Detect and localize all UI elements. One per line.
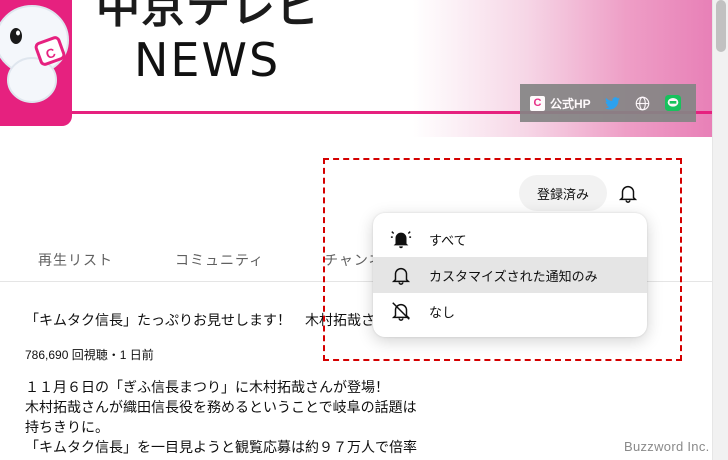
brand-name-jp: 中京テレビ	[96, 0, 321, 33]
scrollbar-thumb[interactable]	[716, 0, 726, 52]
description-line: 木村拓哉さんが織田信長役を務めるということで岐阜の話題は	[25, 399, 417, 415]
official-site-link[interactable]: 公式HP	[550, 95, 591, 112]
mascot-logo: C	[0, 5, 69, 103]
description-line: １１月６日の「ぎふ信長まつり」に木村拓哉さんが登場！	[25, 379, 389, 395]
tab-playlists[interactable]: 再生リスト	[38, 250, 113, 270]
line-icon[interactable]	[664, 95, 681, 111]
watermark: Buzzword Inc.	[624, 439, 710, 454]
globe-icon[interactable]	[635, 95, 651, 111]
video-meta: 786,690 回視聴・1 日前	[25, 348, 154, 362]
tab-community[interactable]: コミュニティ	[175, 250, 264, 270]
twitter-icon[interactable]	[605, 95, 621, 111]
brand-name-news: NEWS	[134, 33, 281, 87]
official-site-logo[interactable]: C	[530, 95, 545, 111]
description-line: 持ちきりに。	[25, 419, 109, 435]
banner-links-bar: C 公式HP	[520, 84, 696, 122]
annotation-highlight-box	[323, 158, 682, 361]
video-description: １１月６日の「ぎふ信長まつり」に木村拓哉さんが登場！ 木村拓哉さんが織田信長役を…	[25, 377, 485, 457]
page-scrollbar[interactable]	[712, 0, 728, 460]
channel-banner: C 中京テレビ NEWS C 公式HP	[0, 0, 712, 137]
description-line: 「キムタク信長」を一目見ようと観覧応募は約９７万人で倍率	[25, 439, 417, 455]
